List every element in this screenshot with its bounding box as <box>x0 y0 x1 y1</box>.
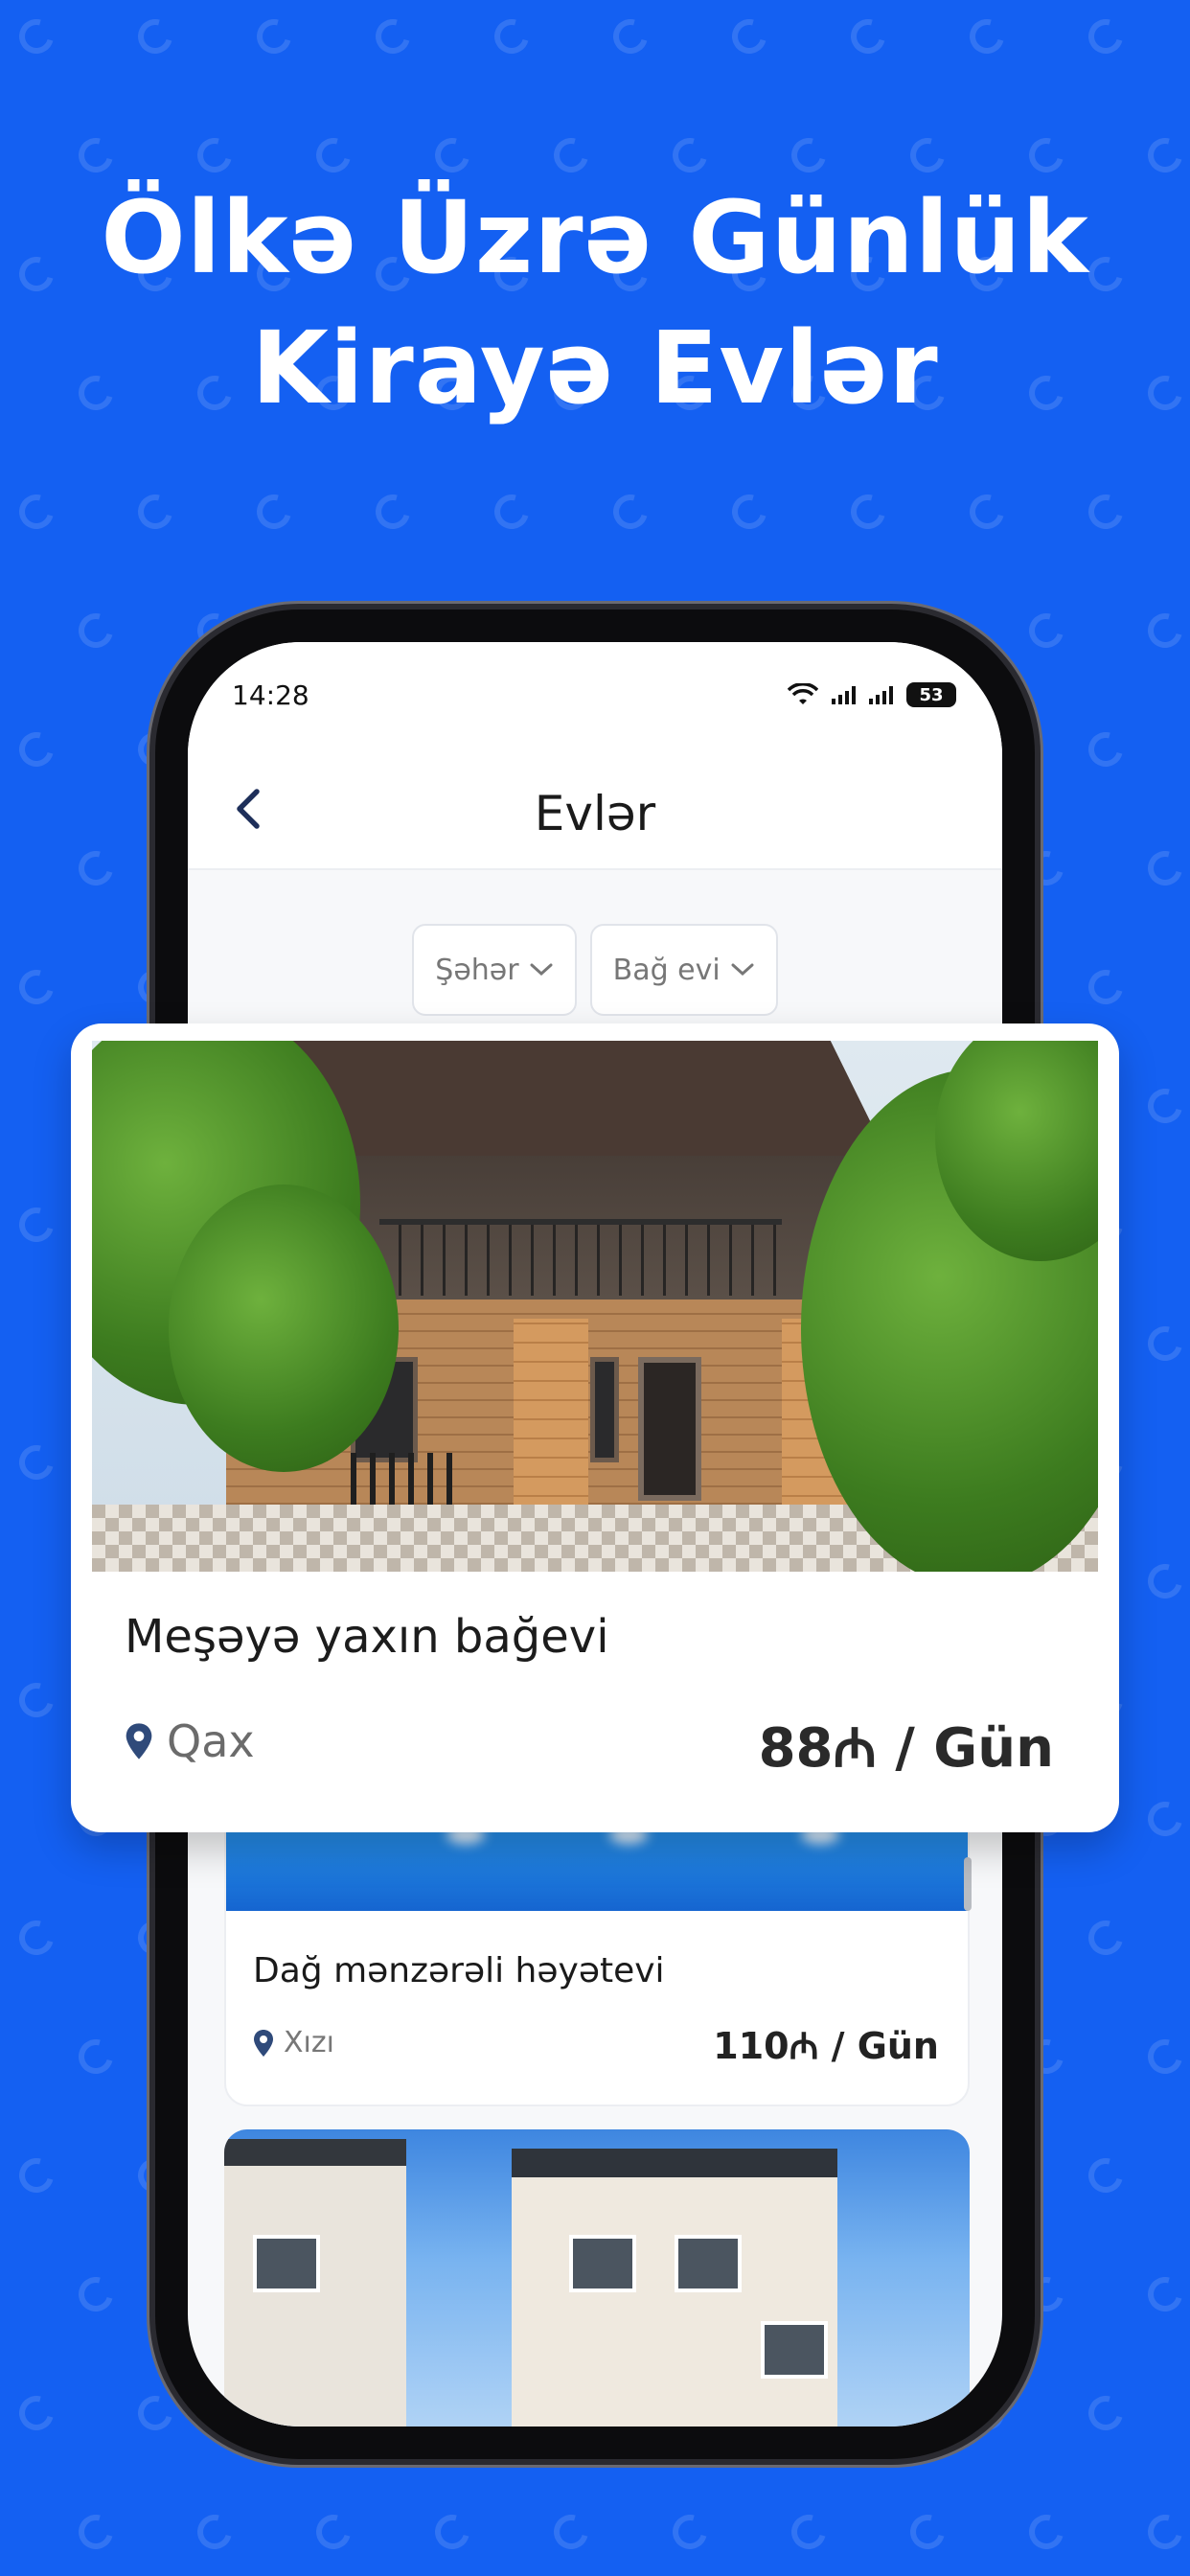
pattern-logo-icon <box>1141 1320 1189 1368</box>
listing-location: Xızı <box>253 2026 334 2059</box>
filter-label: Şəhər <box>435 953 519 987</box>
pattern-logo-icon <box>963 488 1011 536</box>
pattern-logo-icon <box>250 488 298 536</box>
battery-icon: 53 <box>906 682 956 707</box>
featured-listing-title: Meşəyə yaxın bağevi <box>125 1610 609 1664</box>
signal-icon <box>832 685 856 704</box>
pattern-logo-icon <box>12 1914 60 1962</box>
headline: Ölkə Üzrə Günlük Kirayə Evlər <box>0 172 1190 433</box>
listing-title: Dağ mənzərəli həyətevi <box>253 1951 665 1990</box>
featured-listing-price: 88₼ / Gün <box>758 1717 1054 1780</box>
pattern-logo-icon <box>12 488 60 536</box>
pattern-logo-icon <box>12 2151 60 2199</box>
pattern-logo-icon <box>1082 12 1130 60</box>
pattern-logo-icon <box>72 844 120 892</box>
pattern-logo-icon <box>1141 2508 1189 2556</box>
pattern-logo-icon <box>250 12 298 60</box>
headline-line-2: Kirayə Evlər <box>251 310 939 426</box>
pattern-logo-icon <box>12 12 60 60</box>
pattern-logo-icon <box>12 1676 60 1724</box>
pattern-logo-icon <box>904 2508 951 2556</box>
pattern-logo-icon <box>1082 2389 1130 2437</box>
pattern-logo-icon <box>131 12 179 60</box>
pattern-logo-icon <box>547 2508 595 2556</box>
pattern-logo-icon <box>606 12 654 60</box>
pattern-logo-icon <box>785 2508 833 2556</box>
location-text: Xızı <box>284 2026 334 2059</box>
pattern-logo-icon <box>12 1438 60 1486</box>
pattern-logo-icon <box>1082 488 1130 536</box>
pattern-logo-icon <box>844 488 892 536</box>
pattern-logo-icon <box>1082 1914 1130 1962</box>
pattern-logo-icon <box>131 2389 179 2437</box>
headline-line-1: Ölkə Üzrə Günlük <box>101 179 1089 296</box>
listing-price: 110₼ / Gün <box>713 2025 939 2067</box>
pattern-logo-icon <box>72 2508 120 2556</box>
signal-icon-2 <box>869 685 893 704</box>
pattern-logo-icon <box>131 488 179 536</box>
status-bar: 14:28 53 <box>188 642 1002 748</box>
pattern-logo-icon <box>725 488 773 536</box>
pattern-logo-icon <box>725 12 773 60</box>
pattern-logo-icon <box>606 488 654 536</box>
pattern-logo-icon <box>1141 1082 1189 1130</box>
pattern-logo-icon <box>1082 725 1130 773</box>
pattern-logo-icon <box>191 2508 239 2556</box>
pattern-logo-icon <box>309 2508 357 2556</box>
filter-bar: Şəhər Bağ evi <box>188 924 1002 1016</box>
page-title: Evlər <box>534 786 656 841</box>
status-icons: 53 <box>788 682 956 707</box>
pattern-logo-icon <box>666 2508 714 2556</box>
pattern-logo-icon <box>72 607 120 655</box>
pattern-logo-icon <box>72 2270 120 2318</box>
pattern-logo-icon <box>1141 607 1189 655</box>
pattern-logo-icon <box>963 12 1011 60</box>
location-pin-icon <box>126 1723 152 1760</box>
location-pin-icon <box>254 2029 273 2057</box>
featured-listing-location: Qax <box>125 1715 255 1767</box>
nav-bar: Evlər <box>188 748 1002 870</box>
scrollbar[interactable] <box>964 1857 972 1911</box>
pattern-logo-icon <box>12 2389 60 2437</box>
pattern-logo-icon <box>12 963 60 1011</box>
featured-listing-card[interactable]: Meşəyə yaxın bağevi Qax 88₼ / Gün <box>71 1024 1119 1832</box>
filter-city-dropdown[interactable]: Şəhər <box>412 924 577 1016</box>
wifi-icon <box>788 683 818 704</box>
location-text: Qax <box>167 1715 255 1767</box>
featured-listing-photo <box>92 1041 1098 1572</box>
pattern-logo-icon <box>12 1201 60 1249</box>
pattern-logo-icon <box>488 12 536 60</box>
chevron-down-icon <box>530 963 553 977</box>
filter-type-dropdown[interactable]: Bağ evi <box>589 924 778 1016</box>
filter-label: Bağ evi <box>612 953 721 987</box>
pattern-logo-icon <box>369 12 417 60</box>
pattern-logo-icon <box>844 12 892 60</box>
pattern-logo-icon <box>1141 2033 1189 2081</box>
pattern-logo-icon <box>1141 1557 1189 1605</box>
pattern-logo-icon <box>369 488 417 536</box>
pattern-logo-icon <box>1141 1795 1189 1843</box>
pattern-logo-icon <box>72 2033 120 2081</box>
status-time: 14:28 <box>232 678 309 711</box>
pattern-logo-icon <box>428 2508 476 2556</box>
pattern-logo-icon <box>488 488 536 536</box>
pattern-logo-icon <box>1141 2270 1189 2318</box>
pattern-logo-icon <box>1082 2151 1130 2199</box>
chevron-down-icon <box>731 963 754 977</box>
listing-card-partial[interactable] <box>224 2129 970 2426</box>
pattern-logo-icon <box>1022 607 1070 655</box>
pattern-logo-icon <box>1022 2508 1070 2556</box>
pattern-logo-icon <box>1082 963 1130 1011</box>
pattern-logo-icon <box>12 725 60 773</box>
pattern-logo-icon <box>1141 844 1189 892</box>
